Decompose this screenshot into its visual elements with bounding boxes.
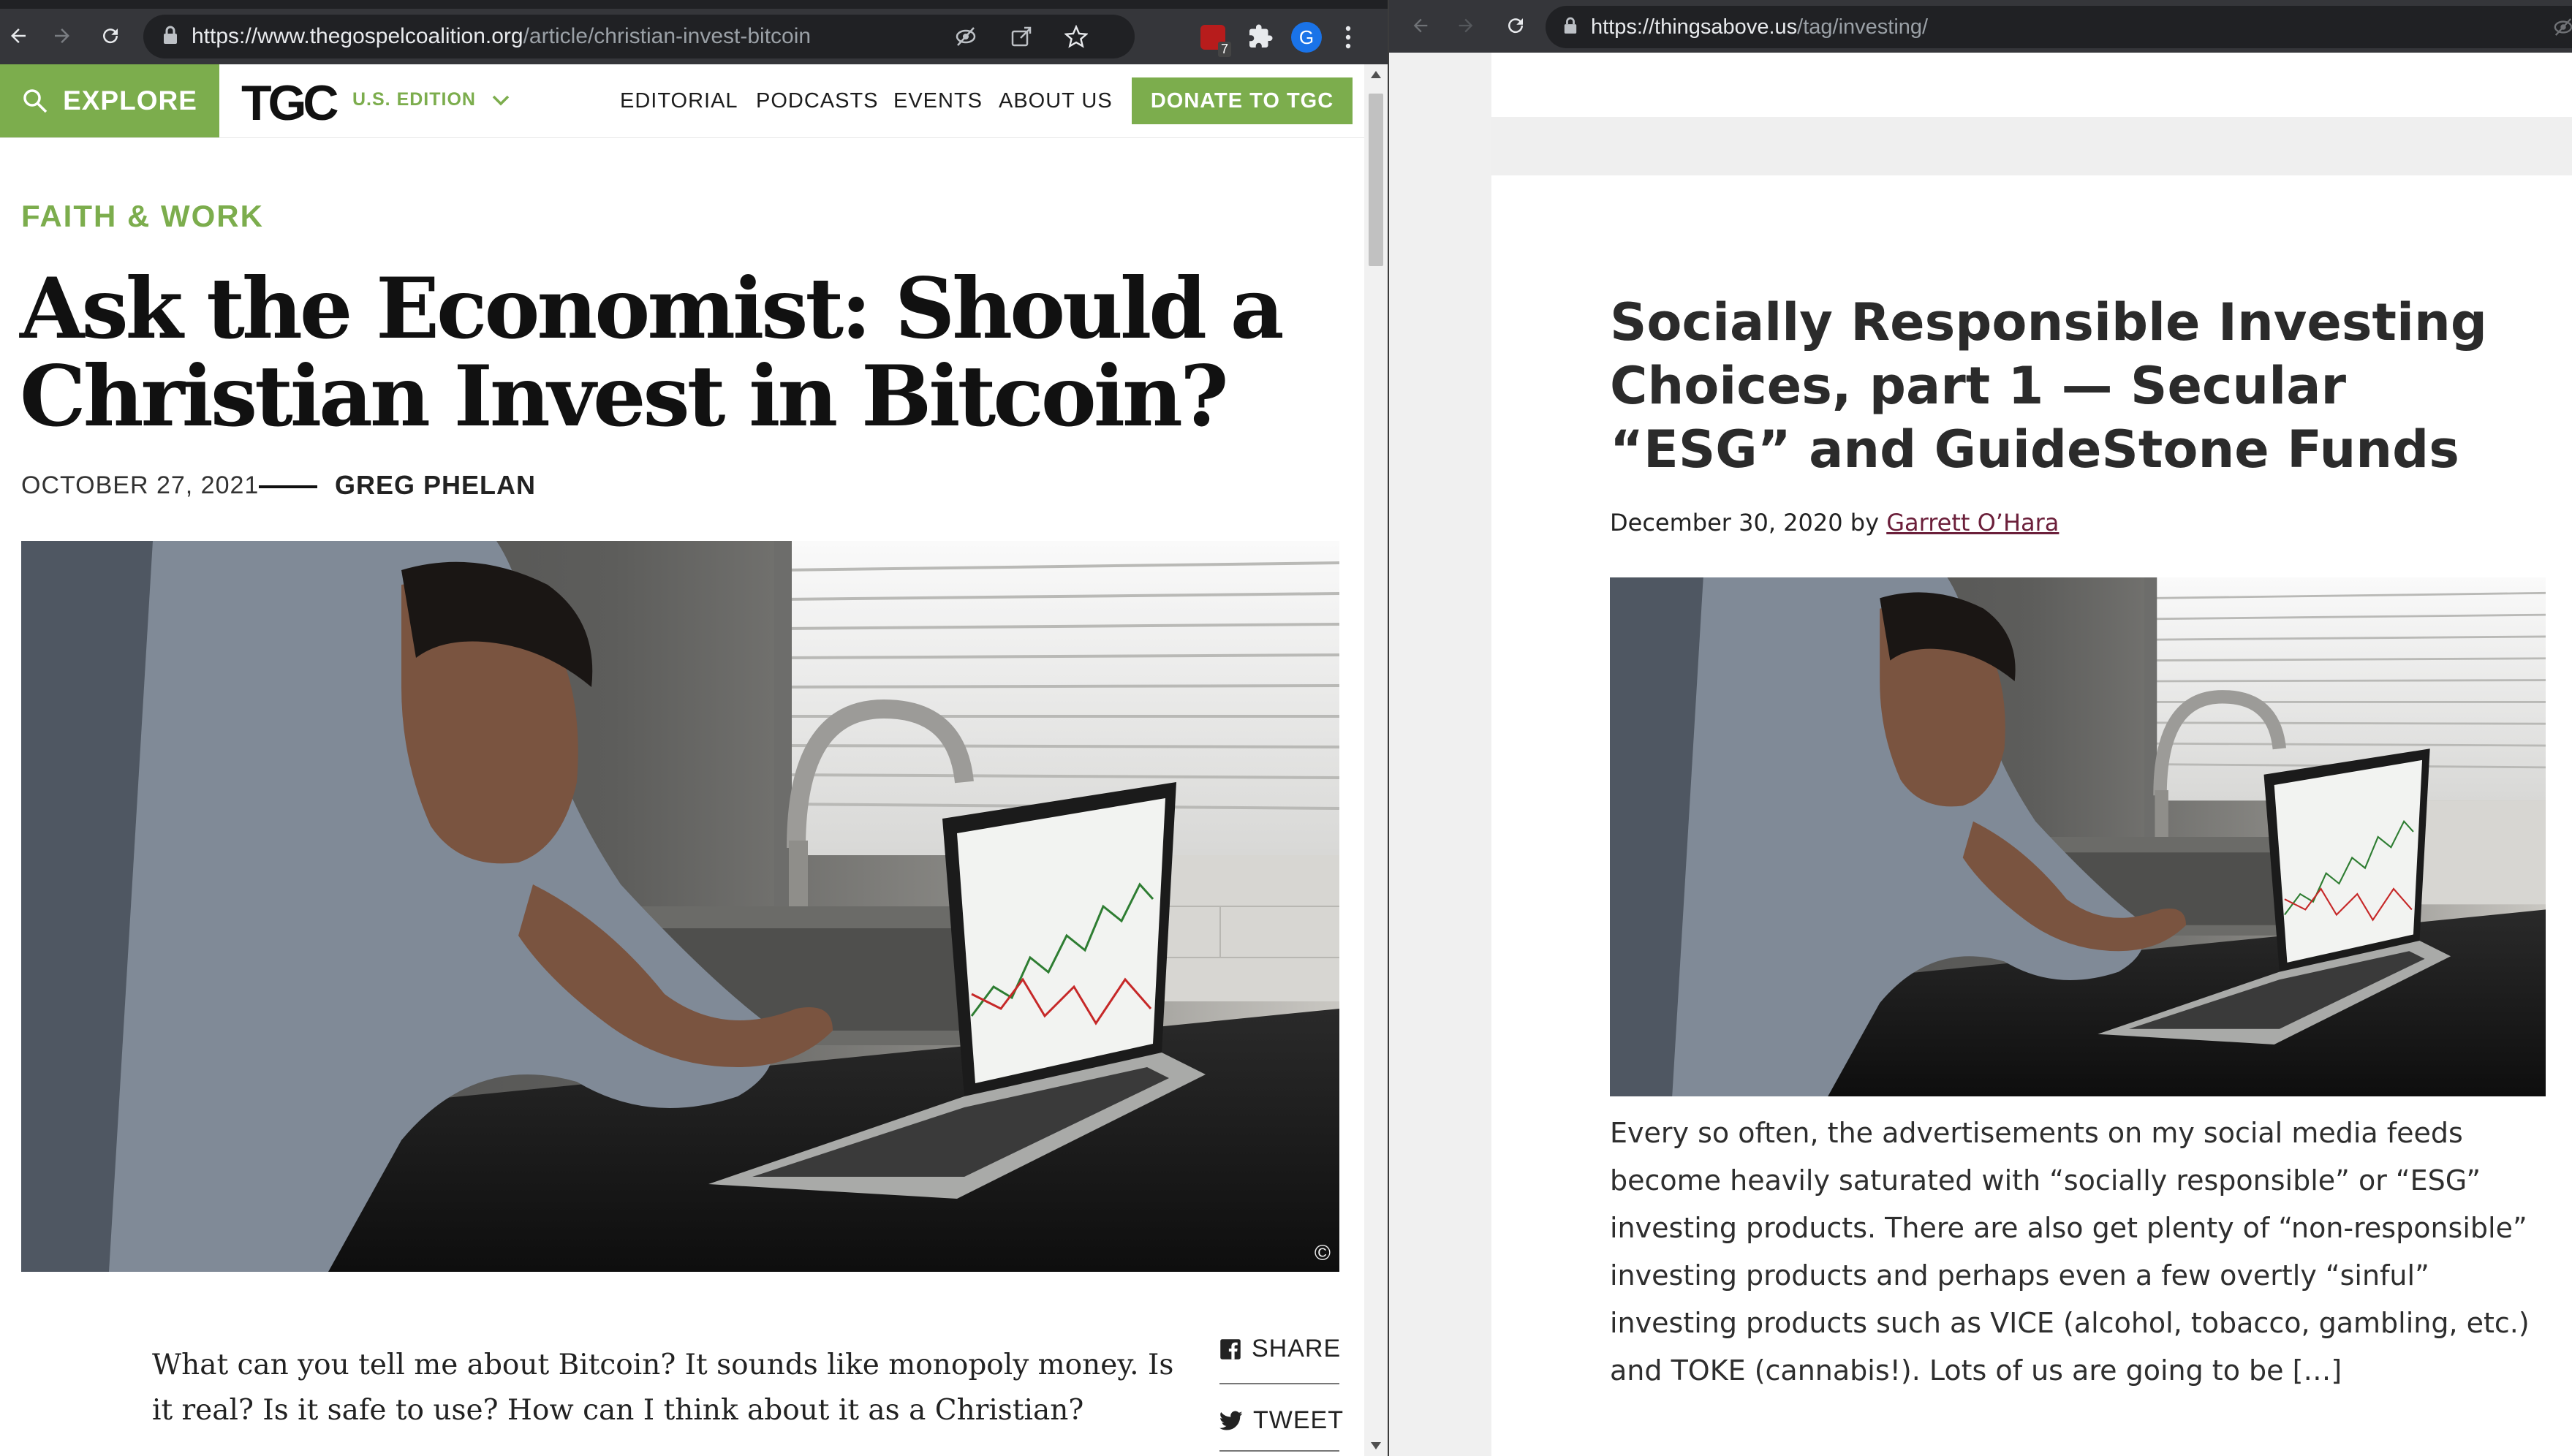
reload-icon[interactable] — [94, 19, 127, 53]
twitter-icon — [1219, 1410, 1243, 1431]
scroll-down-arrow-icon[interactable] — [1370, 1441, 1382, 1450]
profile-initial: G — [1298, 26, 1315, 48]
edition-label: U.S. EDITION — [352, 89, 476, 110]
ublock-extension-icon[interactable]: 7 — [1200, 25, 1231, 57]
post-date: December 30, 2020 — [1610, 509, 1843, 536]
share-label: SHARE — [1252, 1335, 1342, 1362]
search-icon — [22, 88, 48, 114]
left-browser-window: https://www.thegospelcoalition.org/artic… — [0, 0, 1388, 1456]
article-author[interactable]: GREG PHELAN — [335, 470, 536, 501]
hero-image: © — [21, 541, 1339, 1272]
byline-divider — [259, 485, 317, 488]
reload-icon[interactable] — [1499, 9, 1532, 42]
lock-icon — [1563, 17, 1578, 38]
extensions-puzzle-icon[interactable] — [1247, 23, 1274, 53]
donate-button[interactable]: DONATE TO TGC — [1132, 77, 1353, 124]
post-author-link[interactable]: Garrett O’Hara — [1886, 509, 2059, 536]
scrollbar-thumb[interactable] — [1369, 94, 1383, 266]
explore-button[interactable]: EXPLORE — [0, 64, 219, 137]
forward-icon[interactable] — [1449, 9, 1483, 42]
header-band — [1491, 117, 2572, 175]
tweet-label: TWEET — [1253, 1406, 1344, 1434]
nav-events[interactable]: EVENTS — [893, 89, 983, 113]
profile-avatar[interactable]: G — [1291, 22, 1322, 53]
article-title: Ask the Economist: Should a Christian In… — [20, 259, 1285, 445]
article-category[interactable]: FAITH & WORK — [21, 199, 264, 234]
address-bar-right[interactable]: https://thingsabove.us/tag/investing/ — [1546, 6, 2572, 48]
bookmark-star-icon[interactable] — [1064, 24, 1089, 52]
share-facebook-button[interactable]: SHARE — [1219, 1335, 1341, 1363]
facebook-icon — [1219, 1338, 1241, 1360]
site-header: EXPLORE TGC U.S. EDITION EDITORIAL PODCA… — [0, 64, 1364, 138]
back-icon[interactable] — [1, 19, 35, 53]
article-date: OCTOBER 27, 2021 — [21, 471, 260, 499]
tracking-blocked-icon[interactable] — [955, 26, 977, 50]
post-featured-image[interactable] — [1610, 577, 2546, 1096]
url-text: https://www.thegospelcoalition.org/artic… — [192, 24, 812, 48]
post-by-label: by — [1850, 509, 1880, 536]
tracking-blocked-icon[interactable] — [2553, 18, 2572, 40]
tweet-button[interactable]: TWEET — [1219, 1406, 1344, 1435]
right-browser-window: https://thingsabove.us/tag/investing/ So… — [1389, 0, 2572, 1456]
post-title[interactable]: Socially Responsible Investing Choices, … — [1610, 291, 2509, 482]
browser-toolbar: https://www.thegospelcoalition.org/artic… — [0, 9, 1388, 64]
share-divider — [1219, 1383, 1339, 1384]
browser-toolbar-right: https://thingsabove.us/tag/investing/ — [1389, 0, 2572, 53]
nav-about-us[interactable]: ABOUT US — [999, 89, 1113, 113]
tweet-divider — [1219, 1450, 1339, 1452]
nav-editorial[interactable]: EDITORIAL — [620, 89, 738, 113]
menu-kebab-icon[interactable] — [1344, 25, 1353, 53]
share-page-icon[interactable] — [1010, 26, 1032, 51]
post-meta: December 30, 2020 by Garrett O’Hara — [1610, 509, 2059, 536]
post-excerpt: Every so often, the advertisements on my… — [1610, 1117, 2530, 1387]
chevron-down-icon — [492, 94, 510, 106]
nav-podcasts[interactable]: PODCASTS — [756, 89, 879, 113]
scroll-up-arrow-icon[interactable] — [1370, 70, 1382, 79]
tgc-logo[interactable]: TGC — [241, 75, 339, 132]
article-lede: What can you tell me about Bitcoin? It s… — [152, 1349, 1174, 1427]
photo-credit[interactable]: © — [1315, 1241, 1331, 1266]
explore-label: EXPLORE — [63, 86, 197, 115]
tab-strip — [0, 0, 1388, 9]
lock-icon — [162, 26, 178, 48]
edition-selector[interactable]: U.S. EDITION — [352, 89, 510, 110]
url-text: https://thingsabove.us/tag/investing/ — [1591, 15, 1929, 39]
address-bar[interactable]: https://www.thegospelcoalition.org/artic… — [143, 15, 1135, 58]
back-icon[interactable] — [1404, 9, 1437, 42]
forward-icon[interactable] — [45, 19, 79, 53]
extension-badge: 7 — [1217, 42, 1231, 57]
page-scrollbar[interactable] — [1364, 64, 1388, 1456]
